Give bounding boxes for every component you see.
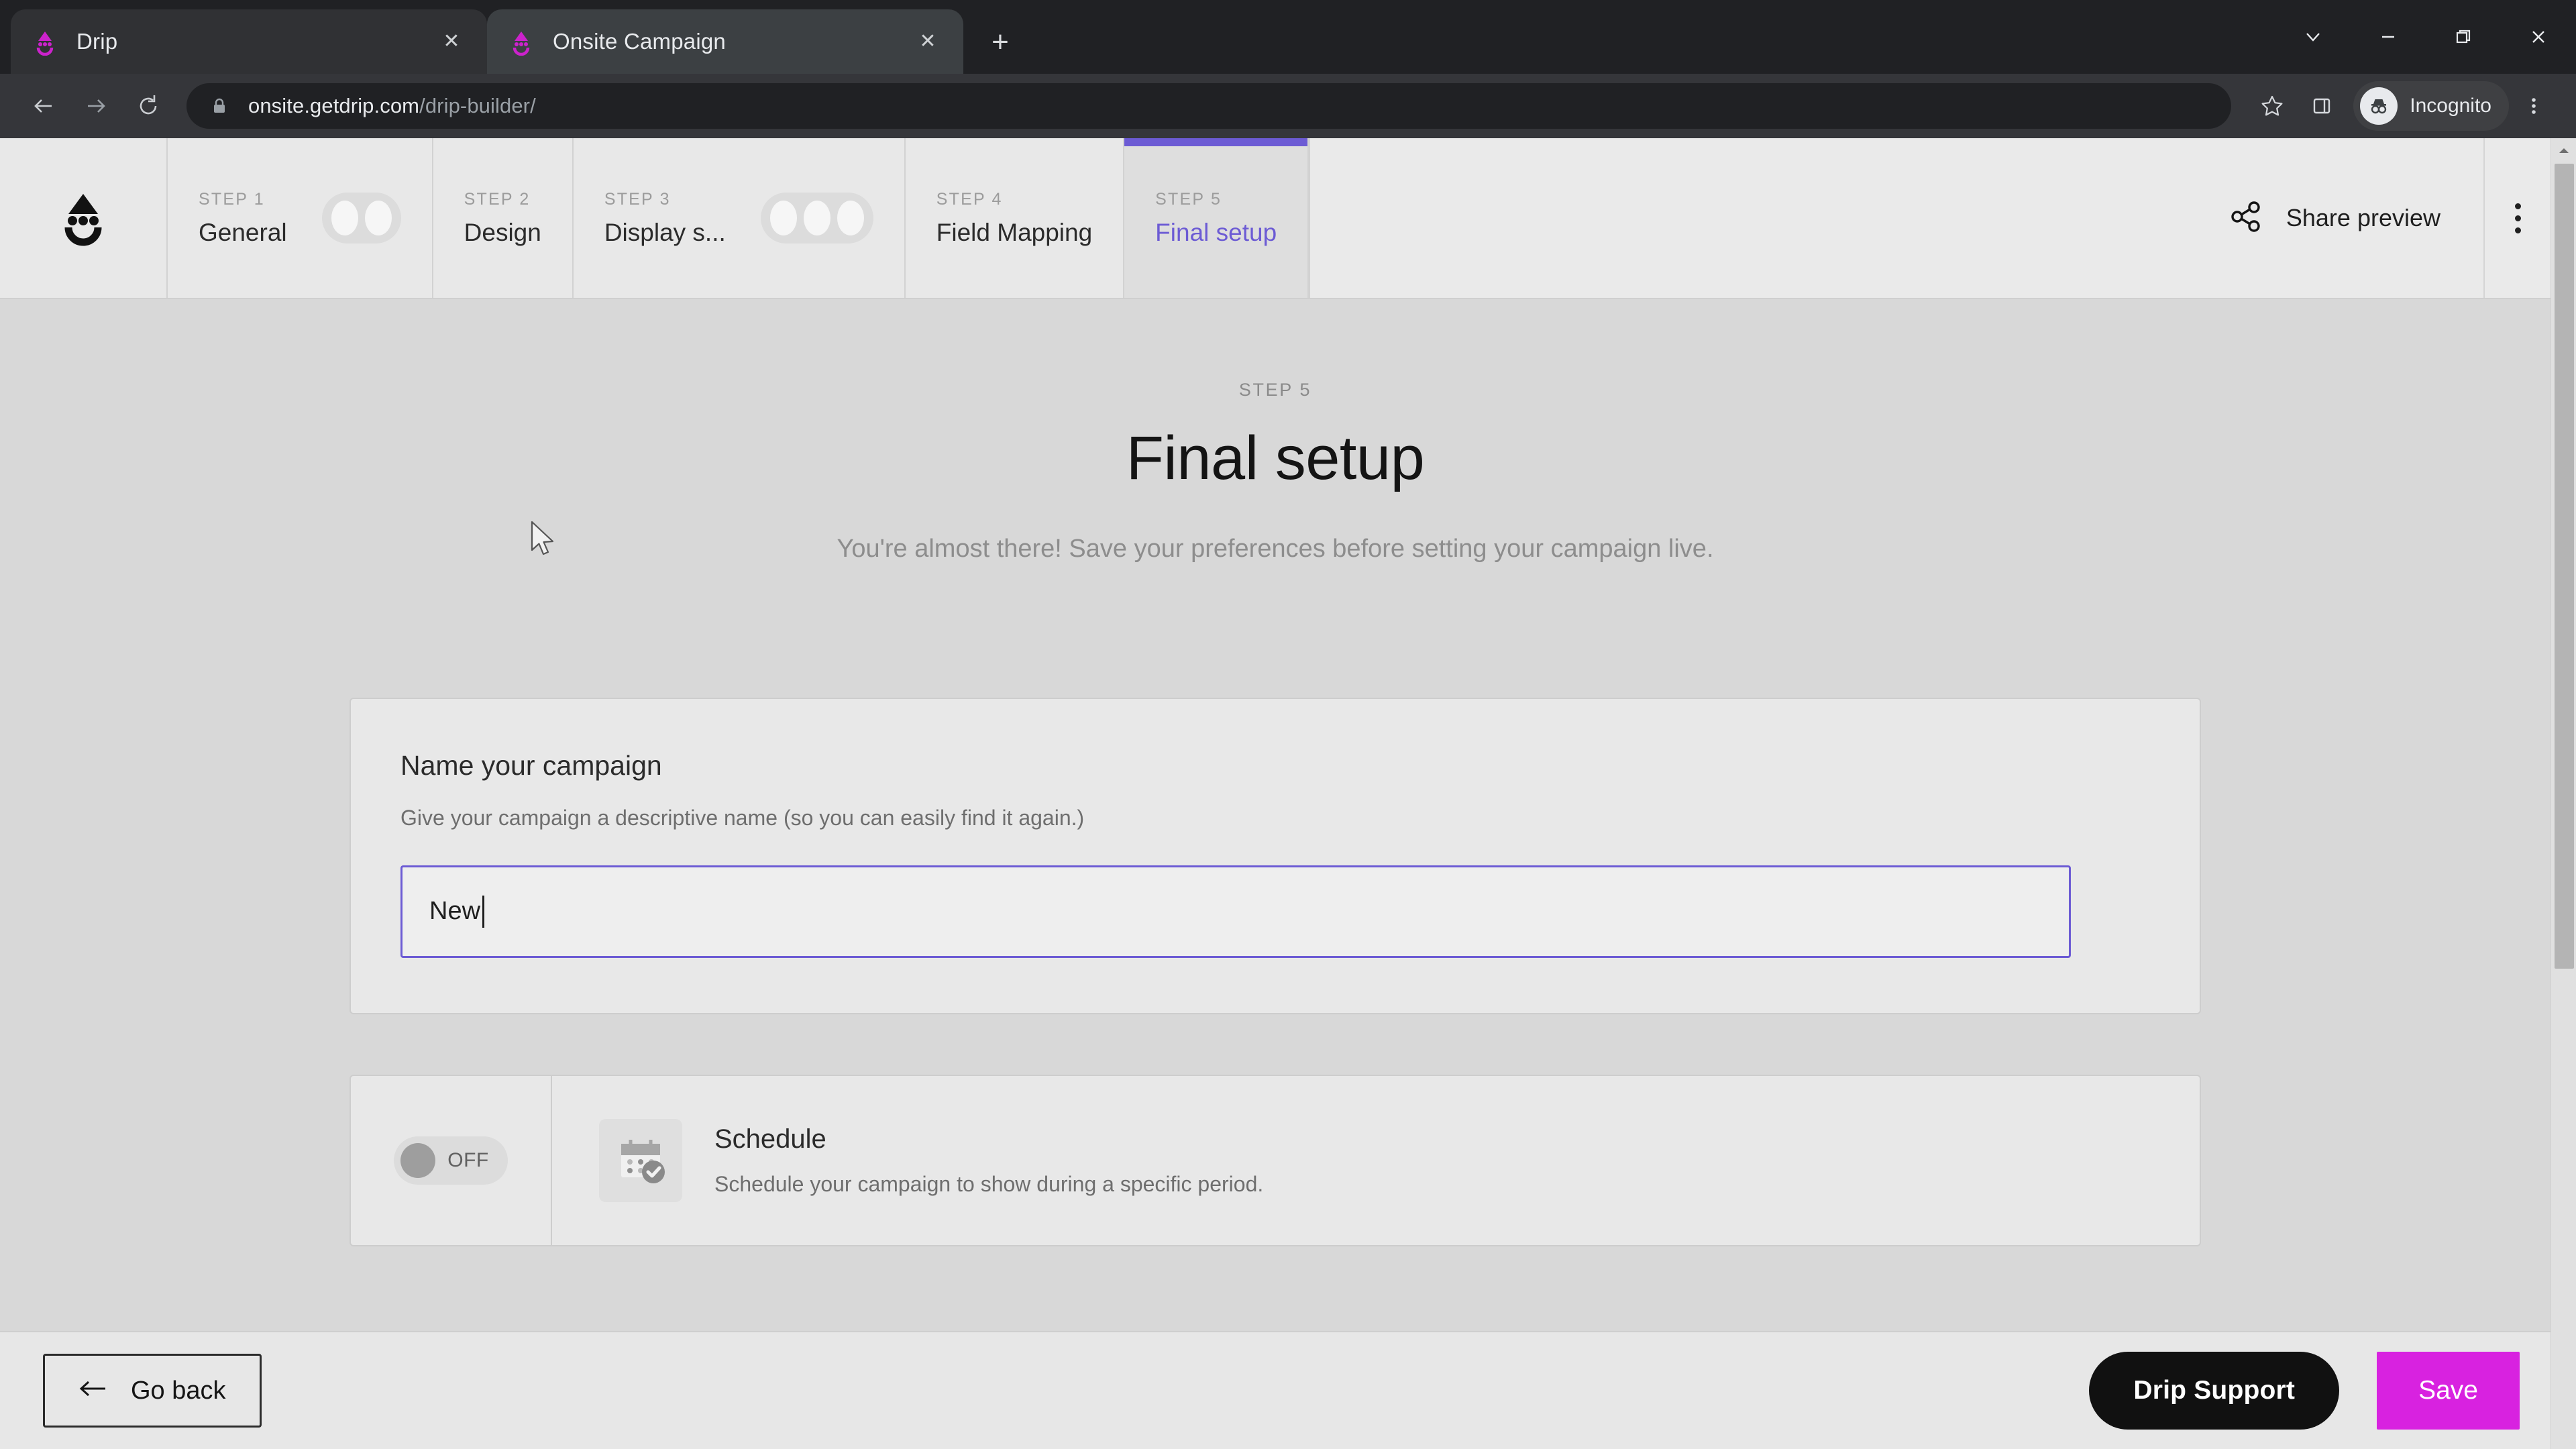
reload-icon[interactable] (122, 80, 174, 132)
tab-strip: Drip ✕ Onsite Campaign ✕ + (0, 0, 2576, 74)
new-tab-button[interactable]: + (978, 20, 1022, 64)
page-title: Final setup (1126, 424, 1425, 492)
main-content: STEP 5 Final setup You're almost there! … (0, 299, 2551, 1331)
campaign-name-description: Give your campaign a descriptive name (s… (400, 805, 1085, 830)
step-navigation-bar: STEP 1 General STEP 2 Design STEP 3 Disp… (0, 138, 2551, 299)
window-controls (2275, 0, 2576, 74)
scroll-up-arrow-icon[interactable] (2551, 138, 2576, 164)
app-logo[interactable] (0, 138, 168, 298)
campaign-name-value: New (429, 897, 481, 926)
toggle-state-label: OFF (447, 1148, 489, 1171)
tab-title: Drip (76, 29, 118, 54)
hero-kicker: STEP 5 (1238, 380, 1312, 400)
kebab-menu-icon (2514, 203, 2521, 233)
side-panel-icon[interactable] (2297, 81, 2347, 131)
url-path: /drip-builder/ (419, 94, 536, 117)
go-back-label: Go back (131, 1376, 226, 1405)
browser-window: Drip ✕ Onsite Campaign ✕ + onsite.getdri… (0, 0, 2576, 1449)
tab-close-icon[interactable]: ✕ (436, 26, 467, 57)
schedule-card: OFF Schedule Schedule your campaign to s… (350, 1074, 2201, 1246)
drip-logo-icon (31, 28, 59, 56)
url-domain: onsite.getdrip.com (248, 94, 420, 117)
toggle-knob (400, 1142, 436, 1178)
text-caret (482, 895, 485, 928)
drip-logo-icon (507, 28, 535, 56)
address-bar[interactable]: onsite.getdrip.com/drip-builder/ (186, 83, 2232, 129)
page-scrollbar[interactable] (2551, 138, 2576, 1449)
step-tab-general[interactable]: STEP 1 General (168, 138, 433, 298)
overflow-menu-button[interactable] (2483, 138, 2551, 298)
step-label: Field Mapping (936, 218, 1093, 246)
forward-arrow-icon[interactable] (70, 80, 122, 132)
save-button[interactable]: Save (2377, 1352, 2520, 1430)
schedule-toggle[interactable]: OFF (394, 1136, 508, 1185)
schedule-title: Schedule (714, 1124, 826, 1154)
close-window-icon[interactable] (2501, 0, 2576, 74)
incognito-label: Incognito (2410, 95, 2491, 117)
step-tab-final-setup[interactable]: STEP 5 Final setup (1124, 138, 1309, 298)
scrollbar-thumb[interactable] (2555, 164, 2574, 969)
browser-tab-onsite-campaign[interactable]: Onsite Campaign ✕ (487, 9, 963, 74)
drip-support-button[interactable]: Drip Support (2089, 1352, 2340, 1430)
step-label: Final setup (1155, 218, 1277, 246)
wizard-footer: Go back Drip Support Save (0, 1331, 2551, 1449)
url-text: onsite.getdrip.com/drip-builder/ (248, 94, 536, 118)
schedule-toggle-column: OFF (351, 1075, 552, 1245)
settings-cards: Name your campaign Give your campaign a … (350, 697, 2201, 1246)
step-label: Design (464, 218, 541, 246)
page-hero: STEP 5 Final setup You're almost there! … (0, 380, 2551, 570)
drip-logo-icon (52, 186, 114, 251)
step-label: Display s... (604, 218, 726, 246)
schedule-body: Schedule Schedule your campaign to show … (552, 1076, 2200, 1245)
step-kicker: STEP 2 (464, 189, 531, 209)
tab-title: Onsite Campaign (553, 29, 726, 54)
browser-tab-drip[interactable]: Drip ✕ (11, 9, 487, 74)
step-kicker: STEP 5 (1155, 189, 1222, 209)
incognito-profile-button[interactable]: Incognito (2353, 81, 2509, 131)
share-network-icon (2230, 200, 2263, 237)
incognito-icon (2360, 87, 2398, 125)
page-subtitle: You're almost there! Save your preferenc… (837, 535, 1714, 563)
step-kicker: STEP 4 (936, 189, 1003, 209)
lock-icon (209, 96, 229, 116)
restore-icon[interactable] (2426, 0, 2501, 74)
step-kicker: STEP 3 (604, 189, 671, 209)
step-progress-pill (321, 193, 401, 244)
step-label: General (199, 218, 287, 246)
share-preview-button[interactable]: Share preview (2187, 138, 2483, 298)
step-tab-field-mapping[interactable]: STEP 4 Field Mapping (905, 138, 1125, 298)
drip-builder-app: STEP 1 General STEP 2 Design STEP 3 Disp… (0, 138, 2551, 1449)
page-viewport: STEP 1 General STEP 2 Design STEP 3 Disp… (0, 138, 2576, 1449)
left-arrow-icon (78, 1377, 108, 1405)
step-tabs: STEP 1 General STEP 2 Design STEP 3 Disp… (168, 138, 2551, 298)
browser-menu-icon[interactable] (2509, 81, 2559, 131)
minimize-icon[interactable] (2351, 0, 2426, 74)
step-progress-pill (760, 193, 873, 244)
star-icon[interactable] (2247, 81, 2297, 131)
chevron-down-icon[interactable] (2275, 0, 2351, 74)
step-tab-display-settings[interactable]: STEP 3 Display s... (573, 138, 906, 298)
step-tab-design[interactable]: STEP 2 Design (433, 138, 574, 298)
step-kicker: STEP 1 (199, 189, 265, 209)
scrollbar-track[interactable] (2551, 164, 2576, 1449)
campaign-name-title: Name your campaign (400, 749, 662, 781)
campaign-name-card: Name your campaign Give your campaign a … (350, 697, 2201, 1014)
share-preview-label: Share preview (2286, 204, 2440, 231)
campaign-name-input[interactable]: New (400, 865, 2071, 958)
calendar-check-icon (599, 1118, 682, 1202)
share-preview-area: Share preview (1309, 138, 2551, 298)
back-arrow-icon[interactable] (17, 80, 70, 132)
tab-close-icon[interactable]: ✕ (912, 26, 943, 57)
schedule-description: Schedule your campaign to show during a … (714, 1171, 1264, 1196)
browser-toolbar: onsite.getdrip.com/drip-builder/ Incogni… (0, 74, 2576, 138)
go-back-button[interactable]: Go back (43, 1354, 262, 1428)
